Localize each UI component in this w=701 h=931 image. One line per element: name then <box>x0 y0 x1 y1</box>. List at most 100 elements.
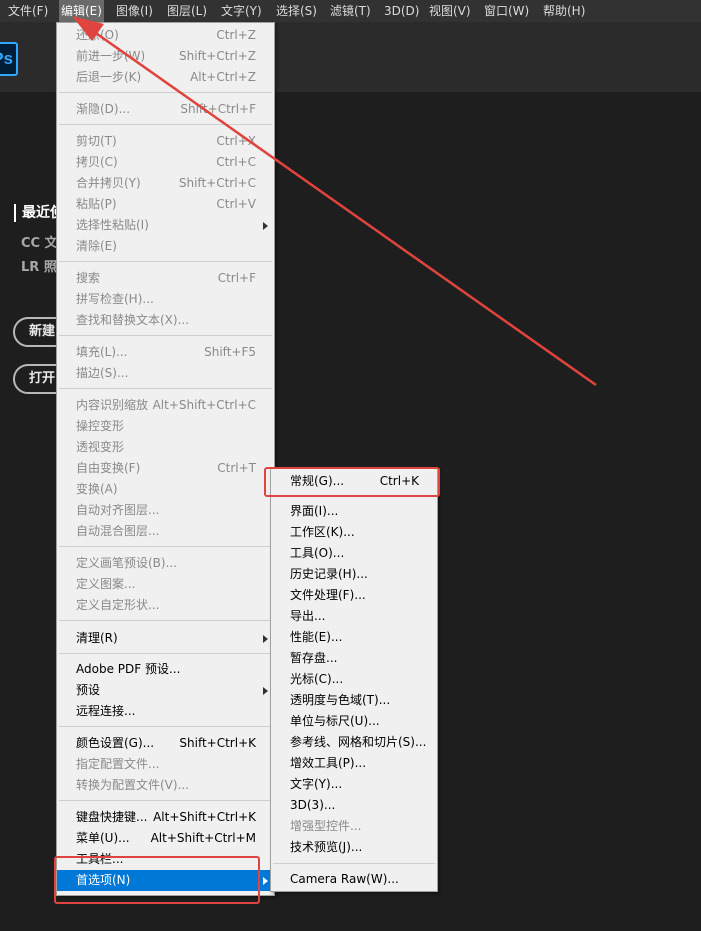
menu-item-label: 粘贴(P) <box>76 197 117 211</box>
menu-item-adobe-pdf-presets[interactable]: Adobe PDF 预设... <box>57 659 274 680</box>
pref-item-general[interactable]: 常规(G)... Ctrl+K <box>271 471 437 492</box>
edit-menu: 还原(O) Ctrl+Z 前进一步(W) Shift+Ctrl+Z 后退一步(K) A… <box>56 22 275 896</box>
menu-separator <box>59 92 272 93</box>
menu-item-step-backward[interactable]: 后退一步(K) Alt+Ctrl+Z <box>57 67 274 88</box>
pref-item-transparency-gamut[interactable]: 透明度与色域(T)... <box>271 690 437 711</box>
menu-item-copy-merged[interactable]: 合并拷贝(Y) Shift+Ctrl+C <box>57 173 274 194</box>
menu-item-puppet-warp[interactable]: 操控变形 <box>57 416 274 437</box>
menu-item-label: 透明度与色域(T)... <box>290 693 391 707</box>
menu-item-label: 变换(A) <box>76 482 118 496</box>
menu-item-search[interactable]: 搜索 Ctrl+F <box>57 268 274 289</box>
menu-file[interactable]: 文件(F) <box>8 0 48 22</box>
menu-item-keyboard-shortcuts[interactable]: 键盘快捷键... Alt+Shift+Ctrl+K <box>57 807 274 828</box>
menu-item-shortcut: Ctrl+K <box>379 474 419 488</box>
menu-item-perspective-warp[interactable]: 透视变形 <box>57 437 274 458</box>
pref-item-3d[interactable]: 3D(3)... <box>271 795 437 816</box>
pref-item-tech-previews[interactable]: 技术预览(J)... <box>271 837 437 858</box>
menu-item-paste-special[interactable]: 选择性粘贴(I) <box>57 215 274 236</box>
pref-item-performance[interactable]: 性能(E)... <box>271 627 437 648</box>
pref-item-history[interactable]: 历史记录(H)... <box>271 564 437 585</box>
menu-item-clear[interactable]: 清除(E) <box>57 236 274 257</box>
menu-item-toolbar[interactable]: 工具栏... <box>57 849 274 870</box>
menu-item-label: 渐隐(D)... <box>76 102 131 116</box>
menu-item-define-brush[interactable]: 定义画笔预设(B)... <box>57 553 274 574</box>
menu-separator <box>273 863 435 864</box>
menu-type[interactable]: 文字(Y) <box>221 0 262 22</box>
menu-item-spell-check[interactable]: 拼写检查(H)... <box>57 289 274 310</box>
pref-item-plugins[interactable]: 增效工具(P)... <box>271 753 437 774</box>
menu-item-cut[interactable]: 剪切(T) Ctrl+X <box>57 131 274 152</box>
menu-item-label: 前进一步(W) <box>76 49 146 63</box>
menu-item-stroke[interactable]: 描边(S)... <box>57 363 274 384</box>
menu-item-preferences[interactable]: 首选项(N) <box>57 870 274 891</box>
menu-item-purge[interactable]: 清理(R) <box>57 628 274 649</box>
menu-item-label: 增强型控件... <box>290 819 362 833</box>
menu-item-convert-profile[interactable]: 转换为配置文件(V)... <box>57 775 274 796</box>
menu-item-auto-align-layers[interactable]: 自动对齐图层... <box>57 500 274 521</box>
menu-item-label: 定义图案... <box>76 577 136 591</box>
menu-item-define-shape[interactable]: 定义自定形状... <box>57 595 274 616</box>
menu-item-label: 文字(Y)... <box>290 777 343 791</box>
menu-filter[interactable]: 滤镜(T) <box>330 0 371 22</box>
menu-item-label: 选择性粘贴(I) <box>76 218 149 232</box>
menu-item-free-transform[interactable]: 自由变换(F) Ctrl+T <box>57 458 274 479</box>
menu-item-define-pattern[interactable]: 定义图案... <box>57 574 274 595</box>
menu-item-shortcut: Ctrl+F <box>217 271 256 285</box>
menu-item-presets[interactable]: 预设 <box>57 680 274 701</box>
menu-item-label: 清理(R) <box>76 631 118 645</box>
menu-item-label: 首选项(N) <box>76 873 131 887</box>
menu-item-label: 后退一步(K) <box>76 70 142 84</box>
menu-separator <box>59 261 272 262</box>
menu-item-label: 远程连接... <box>76 704 136 718</box>
menu-item-shortcut: Alt+Ctrl+Z <box>190 70 256 84</box>
menu-item-paste[interactable]: 粘贴(P) Ctrl+V <box>57 194 274 215</box>
menu-item-shortcut: Ctrl+C <box>216 155 256 169</box>
menu-item-remote-connections[interactable]: 远程连接... <box>57 701 274 722</box>
menu-bar: 文件(F) 编辑(E) 图像(I) 图层(L) 文字(Y) 选择(S) 滤镜(T… <box>0 0 701 22</box>
menu-item-assign-profile[interactable]: 指定配置文件... <box>57 754 274 775</box>
menu-item-label: 界面(I)... <box>290 504 339 518</box>
menu-item-fade[interactable]: 渐隐(D)... Shift+Ctrl+F <box>57 99 274 120</box>
menu-image[interactable]: 图像(I) <box>116 0 153 22</box>
menu-item-label: 内容识别缩放 <box>76 398 149 412</box>
menu-3d[interactable]: 3D(D) <box>384 0 419 22</box>
pref-item-units-rulers[interactable]: 单位与标尺(U)... <box>271 711 437 732</box>
menu-item-undo[interactable]: 还原(O) Ctrl+Z <box>57 25 274 46</box>
menu-item-auto-blend-layers[interactable]: 自动混合图层... <box>57 521 274 542</box>
menu-item-fill[interactable]: 填充(L)... Shift+F5 <box>57 342 274 363</box>
menu-item-step-forward[interactable]: 前进一步(W) Shift+Ctrl+Z <box>57 46 274 67</box>
menu-item-label: 菜单(U)... <box>76 831 130 845</box>
menu-item-find-replace[interactable]: 查找和替换文本(X)... <box>57 310 274 331</box>
menu-item-color-settings[interactable]: 颜色设置(G)... Shift+Ctrl+K <box>57 733 274 754</box>
nav-lr-photos[interactable]: LR 照 <box>21 256 57 275</box>
pref-item-type[interactable]: 文字(Y)... <box>271 774 437 795</box>
pref-item-file-handling[interactable]: 文件处理(F)... <box>271 585 437 606</box>
menu-item-menus[interactable]: 菜单(U)... Alt+Shift+Ctrl+M <box>57 828 274 849</box>
menu-item-label: 增效工具(P)... <box>290 756 367 770</box>
menu-item-label: 填充(L)... <box>76 345 128 359</box>
pref-item-export[interactable]: 导出... <box>271 606 437 627</box>
pref-item-tools[interactable]: 工具(O)... <box>271 543 437 564</box>
menu-window[interactable]: 窗口(W) <box>484 0 529 22</box>
pref-item-workspace[interactable]: 工作区(K)... <box>271 522 437 543</box>
pref-item-interface[interactable]: 界面(I)... <box>271 501 437 522</box>
menu-separator <box>59 620 272 621</box>
menu-layer[interactable]: 图层(L) <box>167 0 207 22</box>
menu-item-content-aware-scale[interactable]: 内容识别缩放 Alt+Shift+Ctrl+C <box>57 395 274 416</box>
menu-item-shortcut: Ctrl+Z <box>216 28 256 42</box>
menu-separator <box>59 124 272 125</box>
menu-separator <box>273 496 435 497</box>
menu-select[interactable]: 选择(S) <box>276 0 317 22</box>
pref-item-cursors[interactable]: 光标(C)... <box>271 669 437 690</box>
pref-item-camera-raw[interactable]: Camera Raw(W)... <box>271 869 437 890</box>
menu-view[interactable]: 视图(V) <box>429 0 471 22</box>
nav-cc-files[interactable]: CC 文 <box>21 232 58 251</box>
submenu-arrow-icon <box>263 687 268 695</box>
menu-item-transform[interactable]: 变换(A) <box>57 479 274 500</box>
pref-item-guides-grid-slices[interactable]: 参考线、网格和切片(S)... <box>271 732 437 753</box>
pref-item-scratch-disks[interactable]: 暂存盘... <box>271 648 437 669</box>
pref-item-enhanced-controls[interactable]: 增强型控件... <box>271 816 437 837</box>
menu-edit[interactable]: 编辑(E) <box>59 0 104 22</box>
menu-help[interactable]: 帮助(H) <box>543 0 585 22</box>
menu-item-copy[interactable]: 拷贝(C) Ctrl+C <box>57 152 274 173</box>
